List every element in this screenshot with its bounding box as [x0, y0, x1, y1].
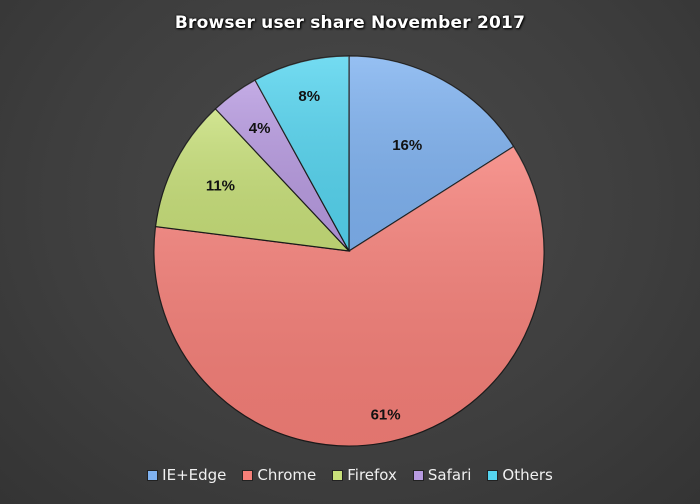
legend-swatch-ie-edge: [147, 469, 159, 481]
legend-item-ie-edge: IE+Edge: [147, 466, 226, 484]
legend-item-firefox: Firefox: [332, 466, 397, 484]
data-label-ie-edge: 16%: [392, 137, 422, 154]
data-label-others: 8%: [298, 88, 320, 105]
legend-swatch-firefox: [332, 469, 344, 481]
legend-swatch-safari: [412, 469, 424, 481]
legend-label-chrome: Chrome: [257, 466, 317, 484]
legend-swatch-others: [487, 469, 499, 481]
legend-item-safari: Safari: [412, 466, 472, 484]
legend-label-others: Others: [502, 466, 553, 484]
data-label-firefox: 11%: [206, 177, 235, 194]
data-label-safari: 4%: [249, 120, 271, 137]
pie-chart: 16% 61% 11% 4% 8%: [153, 55, 545, 447]
legend-label-safari: Safari: [427, 466, 472, 484]
legend-swatch-chrome: [242, 469, 254, 481]
data-label-chrome: 61%: [371, 407, 401, 424]
legend-item-others: Others: [487, 466, 553, 484]
legend-label-ie-edge: IE+Edge: [162, 466, 227, 484]
legend-item-chrome: Chrome: [242, 466, 316, 484]
legend-label-firefox: Firefox: [347, 466, 397, 484]
legend: IE+Edge Chrome Firefox Safari Others: [0, 466, 700, 484]
